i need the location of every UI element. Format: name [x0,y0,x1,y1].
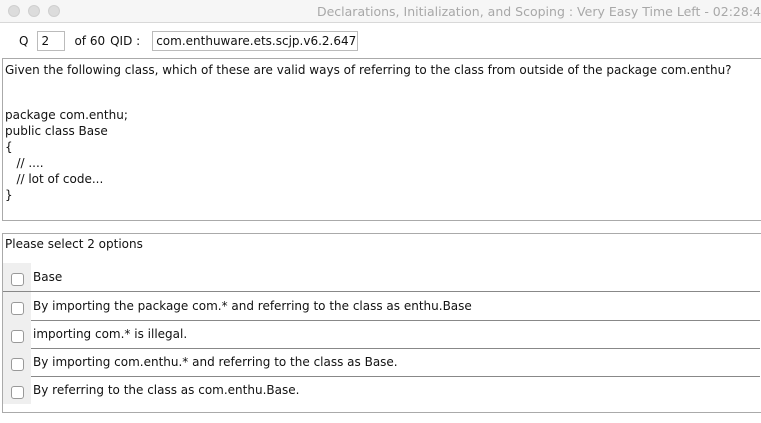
zoom-window-button[interactable] [48,5,60,17]
option-checkbox[interactable] [10,272,24,286]
question-code: package com.enthu; public class Base { /… [5,108,128,202]
qid-label: QID : [110,34,141,48]
option-5[interactable]: By referring to the class as com.enthu.B… [3,376,760,404]
option-1[interactable]: Base [3,263,760,292]
question-count: of 60 [74,34,106,48]
q-label: Q [19,34,29,48]
title-bar: Declarations, Initialization, and Scopin… [0,0,761,23]
minimize-window-button[interactable] [28,5,40,17]
close-window-button[interactable] [8,5,20,17]
option-label: Base [33,270,63,284]
option-checkbox[interactable] [10,357,24,371]
window-title: Declarations, Initialization, and Scopin… [316,4,761,19]
option-label: By importing the package com.* and refer… [33,299,472,313]
option-checkbox[interactable] [10,301,24,315]
question-text: Given the following class, which of thes… [5,63,732,77]
options-prompt: Please select 2 options [5,237,143,251]
option-3[interactable]: importing com.* is illegal. [3,320,760,349]
option-2[interactable]: By importing the package com.* and refer… [3,292,760,321]
option-label: importing com.* is illegal. [33,327,188,341]
option-4[interactable]: By importing com.enthu.* and referring t… [3,348,760,377]
options-panel: Please select 2 options Base By importin… [2,233,761,413]
option-checkbox[interactable] [10,329,24,343]
question-number-input[interactable]: 2 [37,31,66,51]
option-label: By importing com.enthu.* and referring t… [33,355,398,369]
option-checkbox[interactable] [10,385,24,399]
question-nav: Q 2 of 60 QID : com.enthuware.ets.scjp.v… [0,30,359,52]
question-panel: Given the following class, which of thes… [2,58,761,221]
option-label: By referring to the class as com.enthu.B… [33,383,300,397]
qid-field[interactable]: com.enthuware.ets.scjp.v6.2.647 [152,31,359,51]
